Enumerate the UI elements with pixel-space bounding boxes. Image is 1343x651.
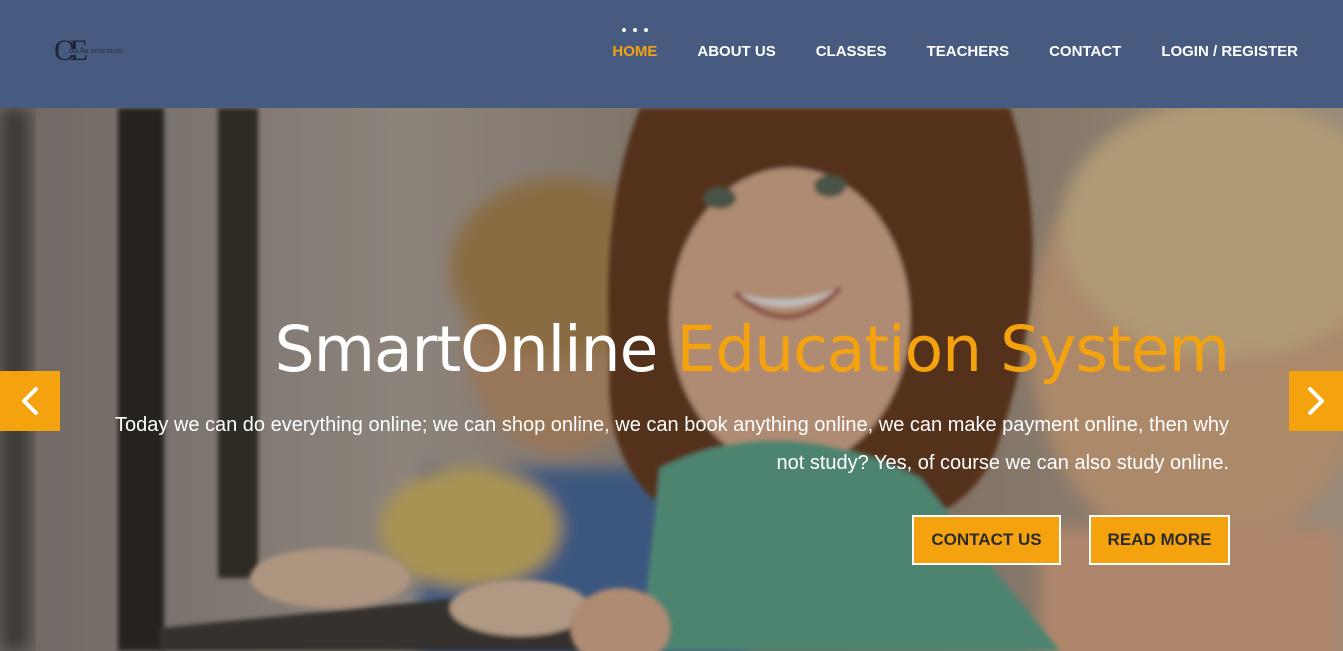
hero-title: SmartOnline Education System xyxy=(274,313,1230,387)
main-nav: HOME ABOUT US CLASSES TEACHERS CONTACT L… xyxy=(572,28,1298,62)
nav-item-label: CONTACT xyxy=(1049,43,1122,60)
nav-item-classes[interactable]: CLASSES xyxy=(816,42,887,62)
slider-prev-button[interactable] xyxy=(0,371,60,431)
nav-item-label: TEACHERS xyxy=(926,43,1010,60)
nav-item-home[interactable]: HOME xyxy=(612,28,658,62)
nav-item-login-register[interactable]: LOGIN / REGISTER xyxy=(1161,42,1298,62)
nav-item-label: ABOUT US xyxy=(697,43,776,60)
hero-description: Today we can do everything online; we ca… xyxy=(114,414,1229,474)
hero-title-accent: Education System xyxy=(676,313,1230,386)
hero-slider: SmartOnline Education System Today we ca… xyxy=(0,108,1343,651)
chevron-left-icon xyxy=(22,387,38,415)
nav-item-label: HOME xyxy=(612,43,658,60)
nav-item-teachers[interactable]: TEACHERS xyxy=(927,42,1010,62)
slider-next-button[interactable] xyxy=(1289,371,1343,431)
site-header: OE ONLINE EDUCATION HOME ABOUT US CLASSE… xyxy=(0,0,1343,108)
nav-item-contact[interactable]: CONTACT xyxy=(1049,42,1121,62)
chevron-right-icon xyxy=(1308,387,1324,415)
read-more-button[interactable]: READ MORE xyxy=(1089,515,1230,565)
site-logo[interactable]: OE ONLINE EDUCATION xyxy=(54,36,124,68)
logo-tagline: ONLINE EDUCATION xyxy=(68,49,124,55)
nav-item-label: LOGIN / REGISTER xyxy=(1161,43,1298,60)
nav-item-label: CLASSES xyxy=(815,43,887,60)
contact-us-button[interactable]: CONTACT US xyxy=(912,515,1061,565)
hero-title-plain: SmartOnline xyxy=(274,313,677,386)
active-indicator-dots xyxy=(621,28,648,32)
nav-item-about-us[interactable]: ABOUT US xyxy=(697,42,775,62)
